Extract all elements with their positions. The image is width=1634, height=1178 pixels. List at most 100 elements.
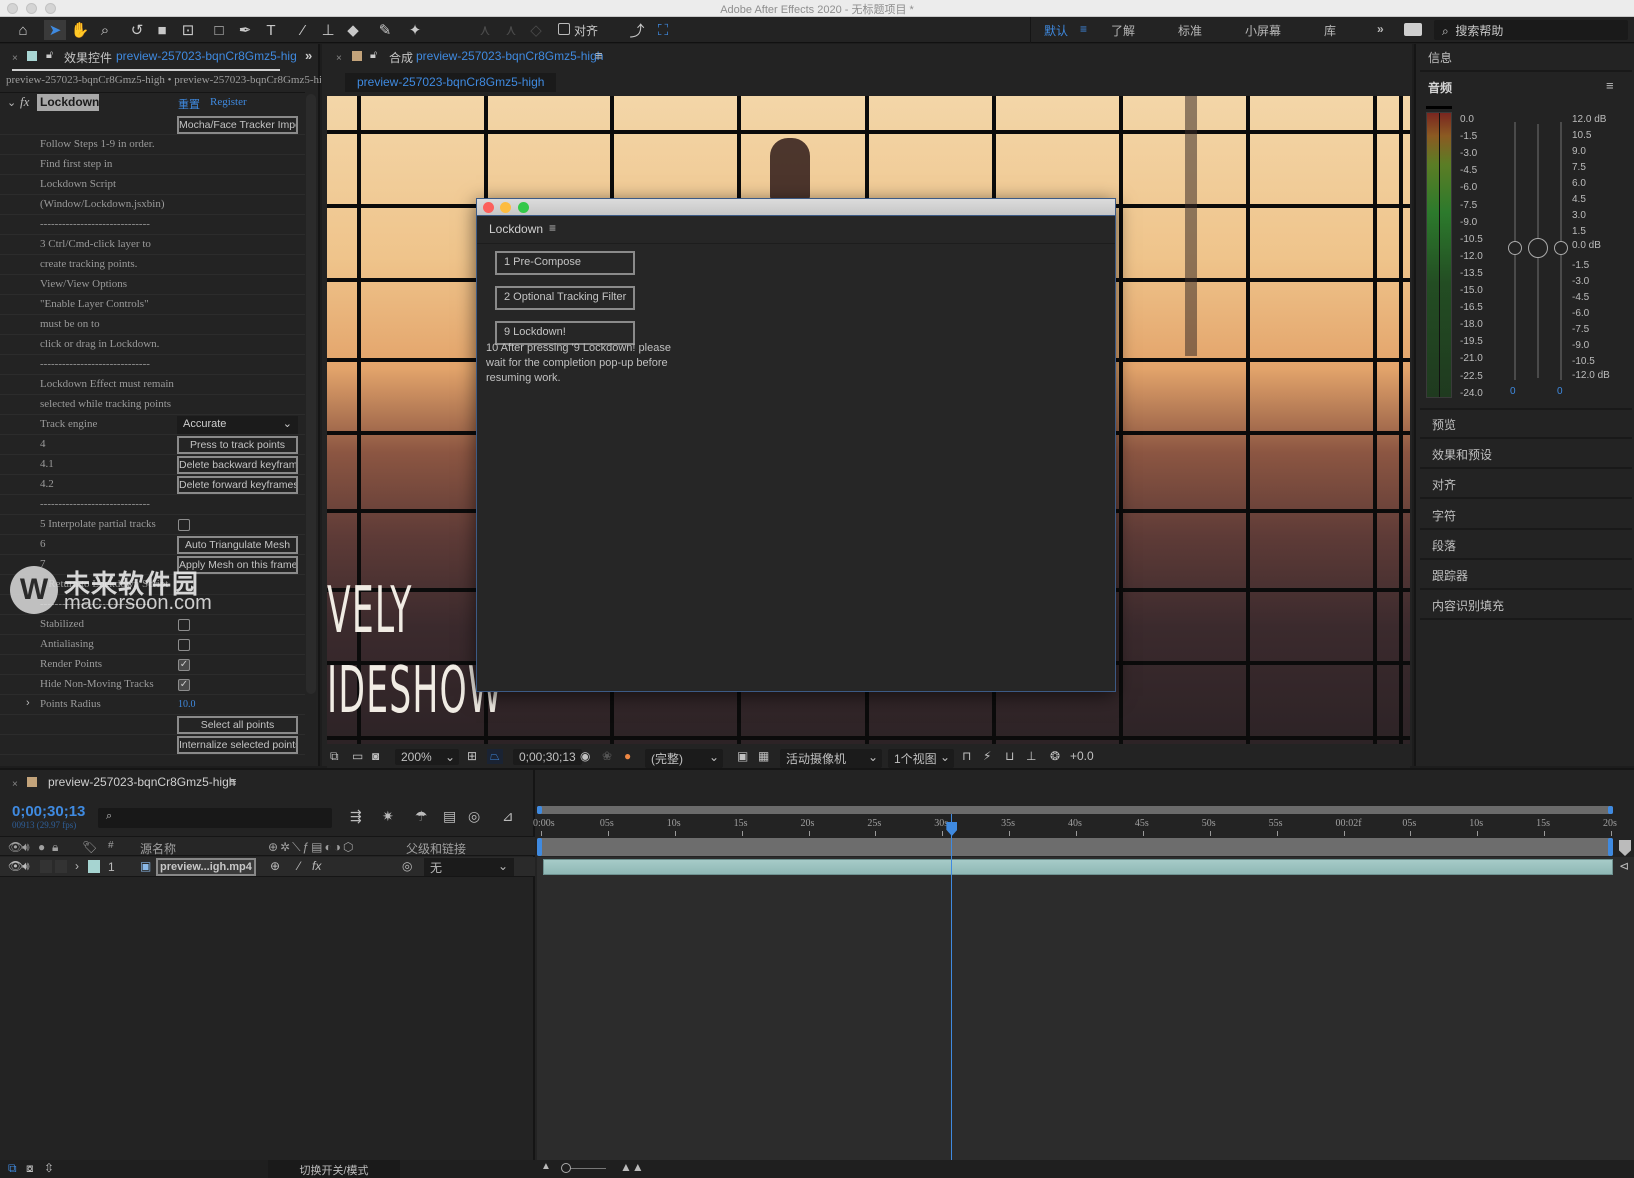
snap-options-icon[interactable]: ⤴ bbox=[626, 20, 648, 40]
parent-link-header[interactable]: 父级和链接 bbox=[406, 840, 466, 857]
eraser-tool-icon[interactable]: ◆ bbox=[342, 20, 364, 40]
toggle-pixel-aspect-icon[interactable]: ⊓ bbox=[962, 749, 971, 763]
safe-zones-icon[interactable]: ⊞ bbox=[467, 749, 477, 763]
work-area-bar[interactable] bbox=[537, 806, 1613, 814]
effect-name[interactable]: Lockdown bbox=[37, 94, 99, 111]
lock-icon[interactable]: 🔒︎ bbox=[52, 840, 58, 855]
pick-whip-icon[interactable]: ◎ bbox=[402, 859, 412, 873]
workspace-learn[interactable]: 了解 bbox=[1111, 22, 1135, 39]
comp-end-marker-icon[interactable] bbox=[1619, 840, 1631, 856]
composition-tab-title[interactable]: 合成 bbox=[389, 49, 413, 66]
help-search-input[interactable]: ⌕ 搜索帮助 bbox=[1434, 20, 1628, 40]
parent-select[interactable]: 无 ⌄ bbox=[424, 858, 514, 876]
close-tab-icon[interactable]: × bbox=[12, 53, 18, 64]
rotate-tool-icon[interactable]: ↺ bbox=[126, 20, 148, 40]
panel-section-5[interactable]: 跟踪器 bbox=[1420, 561, 1632, 590]
sync-settings-icon[interactable] bbox=[1404, 23, 1422, 36]
param-button[interactable]: Delete backward keyframes bbox=[177, 456, 298, 474]
fast-previews-icon[interactable]: ⚡︎ bbox=[983, 749, 991, 763]
timeline-zoom-handle[interactable] bbox=[561, 1163, 571, 1173]
param-value[interactable]: 10.0 bbox=[178, 699, 196, 710]
effect-controls-scrollbar[interactable] bbox=[306, 94, 316, 694]
snap-target-icon[interactable]: ⛶ bbox=[652, 20, 674, 40]
panel-menu-icon[interactable]: ≡ bbox=[595, 48, 603, 63]
composition-flowchart-icon[interactable]: ⇶ bbox=[350, 808, 362, 825]
viewer-timecode[interactable]: 0;00;30;13 bbox=[513, 749, 582, 765]
rectangle-tool-icon[interactable]: □ bbox=[208, 20, 230, 40]
effect-controls-tab-comp[interactable]: preview-257023-bqnCr8Gmz5-hig bbox=[116, 49, 297, 63]
pre-compose-button[interactable]: 1 Pre-Compose bbox=[495, 251, 635, 275]
zoom-tool-icon[interactable]: ⌕ bbox=[94, 20, 116, 40]
param-checkbox[interactable]: ✓ bbox=[178, 659, 190, 671]
left-volume-value[interactable]: 0 bbox=[1510, 386, 1516, 397]
panel-section-2[interactable]: 对齐 bbox=[1420, 470, 1632, 500]
hand-tool-icon[interactable]: ✋ bbox=[69, 20, 91, 40]
close-tab-icon[interactable]: × bbox=[336, 53, 342, 64]
lock-icon[interactable]: 🔓︎ bbox=[46, 49, 53, 62]
resolution-select[interactable]: (完整) ⌄ bbox=[645, 749, 723, 768]
comp-navigator-tab[interactable]: preview-257023-bqnCr8Gmz5-high bbox=[345, 73, 557, 92]
pan-behind-tool-icon[interactable]: ⊡ bbox=[177, 20, 199, 40]
master-volume-slider[interactable] bbox=[1528, 238, 1548, 258]
minimize-window-button[interactable] bbox=[500, 202, 511, 213]
right-volume-slider[interactable] bbox=[1554, 241, 1568, 255]
layer-out-point-icon[interactable]: ⊲ bbox=[1619, 859, 1629, 873]
shy-switch-icon[interactable]: ⊕ bbox=[270, 859, 280, 873]
panel-section-1[interactable]: 效果和预设 bbox=[1420, 440, 1632, 470]
monitor-icon[interactable]: ▭ bbox=[352, 749, 363, 763]
effect-controls-tab-title[interactable]: 效果控件 bbox=[64, 49, 112, 66]
camera-select[interactable]: 活动摄像机 ⌄ bbox=[780, 749, 882, 768]
workspace-libraries[interactable]: 库 bbox=[1324, 22, 1336, 39]
motion-blur-icon[interactable]: ◎ bbox=[468, 808, 480, 825]
mask-visibility-icon[interactable]: ⏢ bbox=[487, 749, 503, 764]
param-checkbox[interactable] bbox=[178, 619, 190, 631]
show-snapshot-icon[interactable]: ❀ bbox=[602, 749, 612, 763]
workspace-overflow-button[interactable]: » bbox=[1377, 22, 1384, 36]
timeline-current-time[interactable]: 0;00;30;13 bbox=[12, 803, 85, 820]
time-navigator-bar[interactable] bbox=[537, 838, 1613, 856]
in-out-pane-icon[interactable]: ⇳ bbox=[44, 1161, 54, 1175]
audio-toggle-icon[interactable]: 🔊︎ bbox=[22, 840, 30, 855]
close-window-button[interactable] bbox=[483, 202, 494, 213]
time-ruler[interactable]: 0:00s 05s 10s 15s 20s 25s 30s 35s 40s 45s 50s 55s 00… bbox=[533, 814, 1617, 838]
param-button[interactable]: Select all points bbox=[177, 716, 298, 734]
zoom-out-icon[interactable]: ▲ bbox=[541, 1161, 551, 1172]
quality-switch-icon[interactable]: ⁄ bbox=[298, 859, 300, 873]
param-button[interactable]: Press to track points bbox=[177, 436, 298, 454]
panel-section-0[interactable]: 预览 bbox=[1420, 410, 1632, 439]
audio-toggle-icon[interactable]: 🔊︎ bbox=[22, 859, 30, 874]
layer-row[interactable]: 👁︎ 🔊︎ › 1 ▣ preview...igh.mp4 ⊕ ⁄ fx ◎ 无 ⌄ bbox=[0, 857, 535, 877]
param-button[interactable]: Delete forward keyframes bbox=[177, 476, 298, 494]
reset-link[interactable]: 重置 bbox=[178, 96, 200, 112]
clone-stamp-tool-icon[interactable]: ⊥ bbox=[317, 20, 339, 40]
channels-icon[interactable]: ● bbox=[624, 749, 631, 763]
home-icon[interactable]: ⌂ bbox=[12, 20, 34, 40]
right-volume-value[interactable]: 0 bbox=[1557, 386, 1563, 397]
snap-checkbox[interactable] bbox=[558, 23, 570, 35]
shy-layers-icon[interactable]: ☂ bbox=[415, 808, 428, 825]
workspace-small-screen[interactable]: 小屏幕 bbox=[1245, 22, 1281, 39]
video-toggle-icon[interactable]: 👁︎ bbox=[8, 840, 23, 854]
layer-label-color[interactable] bbox=[88, 860, 100, 873]
fx-icon[interactable]: fx bbox=[20, 94, 29, 110]
layer-name[interactable]: preview...igh.mp4 bbox=[156, 858, 256, 876]
axis-local-icon[interactable]: ⋏ bbox=[474, 20, 496, 40]
workspace-default[interactable]: 默认 bbox=[1044, 22, 1068, 39]
panel-menu-icon[interactable]: ≡ bbox=[229, 774, 237, 789]
param-checkbox[interactable] bbox=[178, 639, 190, 651]
always-preview-icon[interactable]: ⧉ bbox=[330, 749, 339, 764]
param-checkbox[interactable]: ✓ bbox=[178, 679, 190, 691]
draft-3d-icon[interactable]: ✷ bbox=[382, 808, 394, 825]
puppet-pin-tool-icon[interactable]: ✦ bbox=[404, 20, 426, 40]
workspace-menu-icon[interactable]: ≡ bbox=[1080, 22, 1087, 36]
panel-section-6[interactable]: 内容识别填充 bbox=[1420, 591, 1632, 621]
vr-icon[interactable]: ◙ bbox=[372, 749, 379, 763]
param-button[interactable]: Auto Triangulate Mesh bbox=[177, 536, 298, 554]
video-toggle-icon[interactable]: 👁︎ bbox=[8, 859, 23, 873]
solo-toggle[interactable] bbox=[40, 860, 52, 873]
region-of-interest-icon[interactable]: ▣ bbox=[737, 749, 748, 763]
snapshot-camera-icon[interactable]: ◉ bbox=[580, 749, 590, 763]
effect-collapse-icon[interactable]: ⌄ bbox=[7, 96, 16, 109]
view-layout-select[interactable]: 1个视图 ⌄ bbox=[888, 749, 954, 768]
timeline-tab-title[interactable]: preview-257023-bqnCr8Gmz5-high bbox=[48, 775, 235, 789]
